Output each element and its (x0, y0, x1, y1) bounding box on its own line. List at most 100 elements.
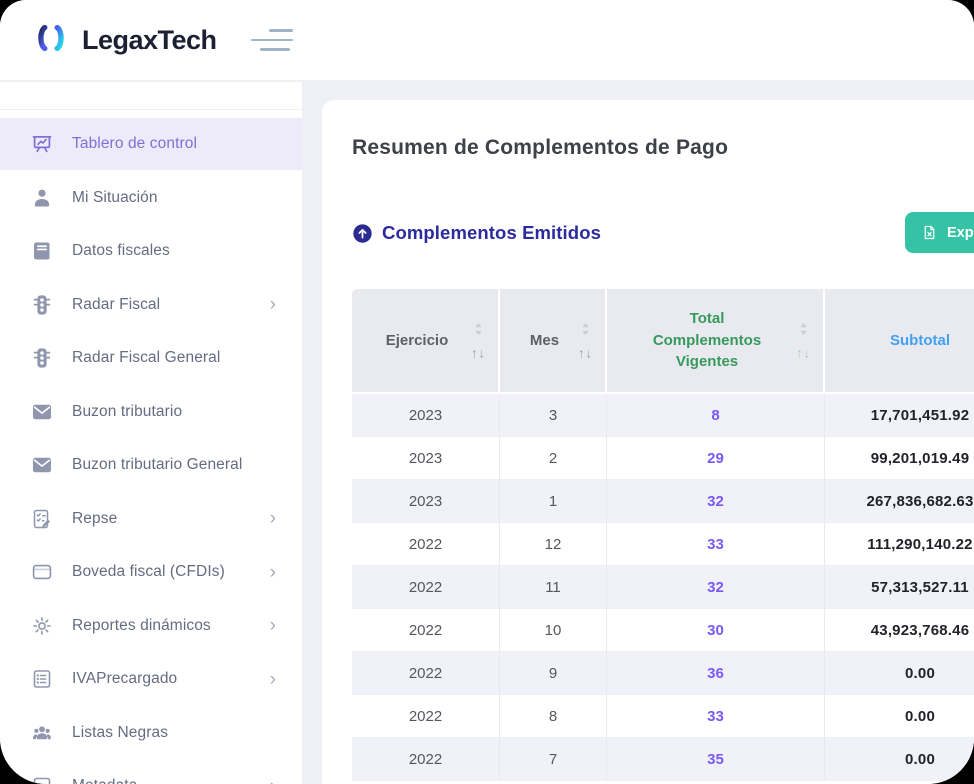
sidebar-item-label: Listas Negras (72, 724, 168, 742)
complementos-table-wrap: Ejercicio↑↓Mes↑↓Total Complementos Vigen… (352, 289, 974, 781)
menu-line (260, 48, 290, 51)
cell-mes: 1 (500, 480, 607, 523)
cell-ejercicio: 2022 (352, 523, 500, 566)
sidebar-item-label: Radar Fiscal General (72, 349, 220, 367)
cell-ejercicio: 2023 (352, 394, 500, 437)
table-row: 20233817,701,451.92 (352, 394, 974, 437)
topbar: LegaxTech (0, 0, 974, 81)
gear-icon (30, 614, 54, 638)
sidebar-item-ivaprecargado[interactable]: IVAPrecargado › (0, 653, 302, 705)
list-icon (30, 667, 54, 691)
sidebar-item-reportes-dinamicos[interactable]: Reportes dinámicos› (0, 600, 302, 652)
cell-subtotal: 111,290,140.22 (825, 523, 974, 566)
sidebar-item-label: Datos fiscales (72, 242, 170, 260)
menu-toggle-button[interactable] (251, 27, 295, 53)
cell-ejercicio: 2023 (352, 480, 500, 523)
people-icon (30, 721, 54, 745)
table-row: 20229360.00 (352, 652, 974, 695)
menu-line (269, 29, 293, 32)
table-head: Ejercicio↑↓Mes↑↓Total Complementos Vigen… (352, 289, 974, 394)
cell-total: 33 (607, 695, 825, 738)
main-card: Resumen de Complementos de Pago Compleme… (322, 100, 974, 784)
cell-ejercicio: 2022 (352, 695, 500, 738)
sort-control[interactable]: ↑↓ (471, 321, 486, 360)
book-icon (30, 239, 54, 263)
sort-arrows-icon[interactable]: ↑↓ (578, 345, 593, 360)
sidebar-item-label: IVAPrecargado (72, 670, 177, 688)
sidebar-item-label: Buzon tributario (72, 403, 182, 421)
cell-mes: 8 (500, 695, 607, 738)
presentation-chart-icon (30, 132, 54, 156)
table-header-row: Ejercicio↑↓Mes↑↓Total Complementos Vigen… (352, 289, 974, 394)
table-row: 2022103043,923,768.46 (352, 609, 974, 652)
sidebar-item-radar-fiscal[interactable]: Radar Fiscal› (0, 279, 302, 331)
checklist-icon (30, 507, 54, 531)
table-body: 20233817,701,451.92202322999,201,019.492… (352, 394, 974, 781)
sidebar-item-radar-fiscal-general[interactable]: Radar Fiscal General (0, 332, 302, 384)
cell-total: 32 (607, 566, 825, 609)
cell-ejercicio: 2022 (352, 609, 500, 652)
cell-total: 35 (607, 738, 825, 781)
cell-mes: 10 (500, 609, 607, 652)
envelope-icon (30, 400, 54, 424)
cell-mes: 12 (500, 523, 607, 566)
section-header-row: Complementos Emitidos Exportar (352, 212, 974, 254)
export-button[interactable]: Exportar (905, 212, 974, 253)
complementos-table: Ejercicio↑↓Mes↑↓Total Complementos Vigen… (352, 289, 974, 781)
wallet-icon (30, 560, 54, 584)
sidebar-item-tablero-de-control[interactable]: Tablero de control (0, 118, 302, 170)
sidebar-item-datos-fiscales[interactable]: Datos fiscales (0, 225, 302, 277)
sort-control[interactable]: ↑↓ (578, 321, 593, 360)
sort-arrows-icon[interactable]: ↑↓ (796, 345, 811, 360)
sidebar-item-label: Mi Situación (72, 189, 158, 207)
cell-total: 30 (607, 609, 825, 652)
cell-ejercicio: 2022 (352, 652, 500, 695)
page-title: Resumen de Complementos de Pago (352, 136, 974, 160)
cell-subtotal: 0.00 (825, 652, 974, 695)
cell-mes: 9 (500, 652, 607, 695)
sidebar-item-label: Tablero de control (72, 135, 197, 153)
sidebar-item-label: Radar Fiscal (72, 296, 160, 314)
sidebar: Tablero de control Mi Situación Datos fisc… (0, 82, 302, 784)
square-icon (30, 774, 54, 784)
envelope-icon (30, 453, 54, 477)
cell-subtotal: 43,923,768.46 (825, 609, 974, 652)
section-label: Complementos Emitidos (382, 222, 601, 244)
sidebar-item-buzon-tributario[interactable]: Buzon tributario (0, 386, 302, 438)
cell-mes: 2 (500, 437, 607, 480)
traffic-light-icon (30, 346, 54, 370)
column-header-ejercicio[interactable]: Ejercicio↑↓ (352, 289, 500, 394)
section-title: Complementos Emitidos (352, 222, 601, 244)
chevron-right-icon: › (270, 670, 276, 689)
sidebar-item-metadata[interactable]: Metadata› (0, 760, 302, 784)
cell-subtotal: 267,836,682.63 (825, 480, 974, 523)
arrow-up-circle-icon (352, 223, 373, 244)
chevron-right-icon: › (270, 509, 276, 528)
table-row: 20227350.00 (352, 738, 974, 781)
sort-arrows-icon[interactable]: ↑↓ (471, 345, 486, 360)
table-row: 20221233111,290,140.22 (352, 523, 974, 566)
sidebar-item-label: Repse (72, 510, 117, 528)
sidebar-item-mi-situacion[interactable]: Mi Situación (0, 172, 302, 224)
table-row: 2023132267,836,682.63 (352, 480, 974, 523)
cell-subtotal: 0.00 (825, 738, 974, 781)
brand-name: LegaxTech (82, 25, 217, 56)
column-header-total-complementos-vigentes[interactable]: Total Complementos Vigentes↑↓ (607, 289, 825, 394)
app-window: LegaxTech Tablero de control Mi Situación… (0, 0, 974, 784)
person-icon (30, 186, 54, 210)
column-header-subtotal: Subtotal (825, 289, 974, 394)
chevron-right-icon: › (270, 563, 276, 582)
cell-subtotal: 0.00 (825, 695, 974, 738)
legaxtech-logo: LegaxTech (30, 19, 217, 62)
sidebar-item-label: Boveda fiscal (CFDIs) (72, 563, 225, 581)
chevron-right-icon: › (270, 777, 276, 784)
cell-total: 29 (607, 437, 825, 480)
sidebar-item-buzon-tributario-general[interactable]: Buzon tributario General (0, 439, 302, 491)
sidebar-item-repse[interactable]: Repse › (0, 493, 302, 545)
sidebar-item-boveda-fiscal-cfdis[interactable]: Boveda fiscal (CFDIs) › (0, 546, 302, 598)
sidebar-item-listas-negras[interactable]: Listas Negras (0, 707, 302, 759)
menu-line (251, 39, 293, 42)
sort-control[interactable]: ↑↓ (796, 321, 811, 360)
cell-subtotal: 17,701,451.92 (825, 394, 974, 437)
column-header-mes[interactable]: Mes↑↓ (500, 289, 607, 394)
